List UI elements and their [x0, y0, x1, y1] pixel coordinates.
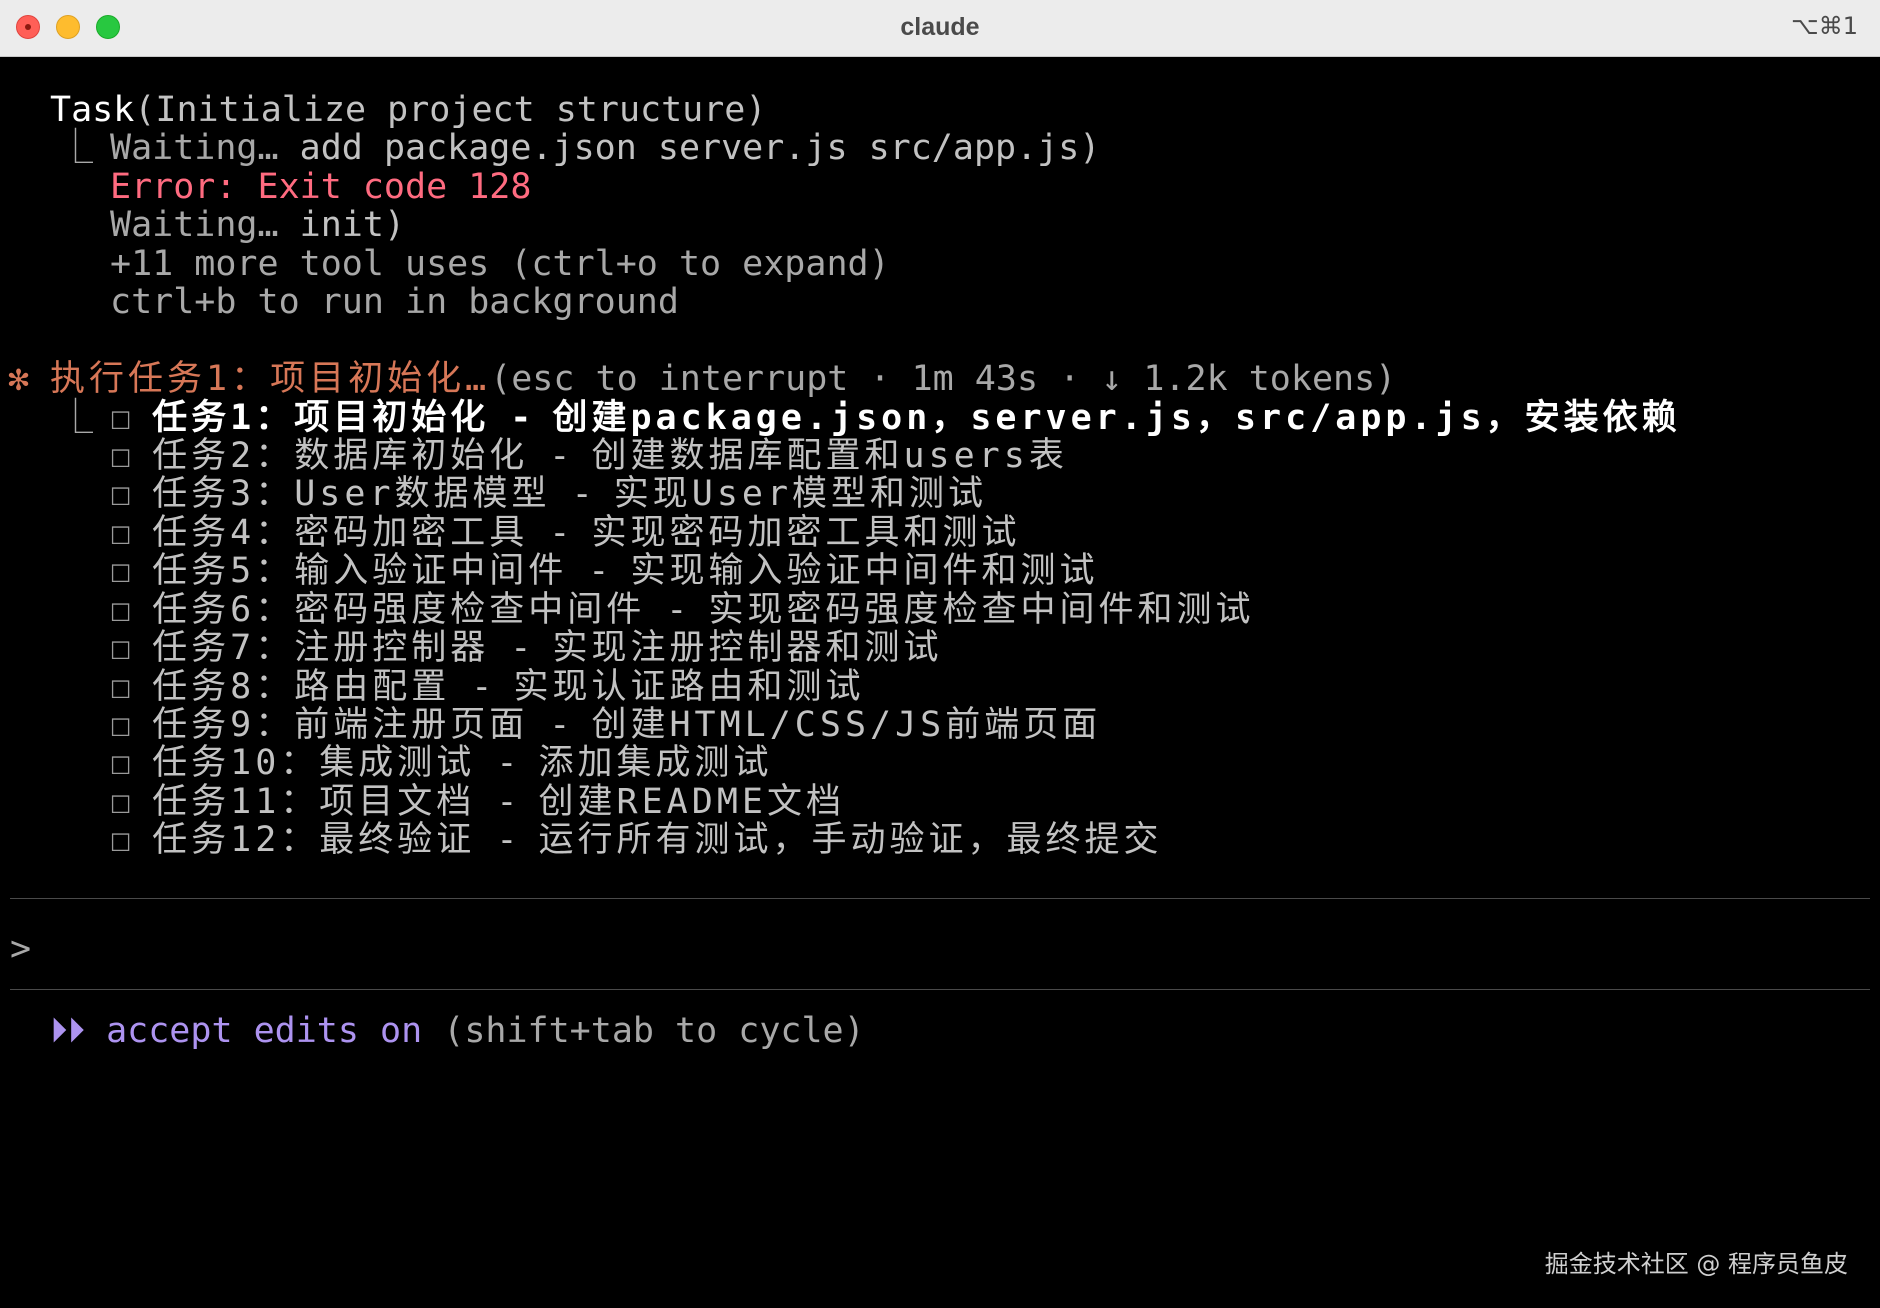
checkbox-icon: ☐ — [110, 398, 132, 438]
task-args: (Initialize project structure) — [134, 90, 767, 130]
fast-forward-icon: ⏵⏵ — [50, 1011, 86, 1051]
todo-description: 创建HTML/CSS/JS前端页面 — [591, 705, 1102, 745]
todo-title: 任务5：输入验证中间件 — [152, 551, 568, 591]
todo-separator: - — [475, 820, 539, 860]
todo-separator: - — [489, 398, 553, 438]
checkbox-icon: ☐ — [110, 820, 132, 860]
todo-title: 任务7：注册控制器 — [152, 628, 490, 668]
terminal-window: claude ⌥⌘1 Task(Initialize project struc… — [0, 0, 1880, 1308]
tree-connector: ⎿ — [58, 128, 94, 168]
todo-description: 实现注册控制器和测试 — [552, 628, 943, 668]
waiting-label: Waiting… — [110, 205, 300, 245]
status-line: ✻ — [8, 356, 29, 402]
checkbox-icon: ☐ — [110, 513, 132, 553]
window-title: claude — [900, 13, 980, 41]
todo-description: 实现User模型和测试 — [613, 474, 988, 514]
todo-separator: - — [645, 590, 709, 630]
todo-title: 任务1：项目初始化 — [152, 398, 490, 438]
task-name: Task — [50, 90, 135, 130]
mode-indicator[interactable]: ⏵⏵ accept edits on (shift+tab to cycle) — [50, 1008, 865, 1054]
todo-title: 任务12：最终验证 — [152, 820, 476, 860]
checkbox-icon: ☐ — [110, 628, 132, 668]
todo-title: 任务6：密码强度检查中间件 — [152, 590, 646, 630]
todo-separator: - — [475, 782, 539, 822]
mode-label: accept edits on — [106, 1011, 423, 1051]
mode-hint: (shift+tab to cycle) — [443, 1011, 865, 1051]
todo-separator: - — [528, 436, 592, 476]
checkbox-icon: ☐ — [110, 551, 132, 591]
list-item: ☐ 任务12：最终验证 - 运行所有测试，手动验证，最终提交 — [110, 817, 1163, 863]
status-hint: (esc to interrupt · 1m 43s · ↓ 1.2k toke… — [490, 359, 1397, 399]
todo-separator: - — [528, 513, 592, 553]
todo-separator: - — [489, 628, 553, 668]
checkbox-icon: ☐ — [110, 782, 132, 822]
prompt-input[interactable]: > — [10, 926, 1860, 972]
todo-separator: - — [528, 705, 592, 745]
watermark: 掘金技术社区 @ 程序员鱼皮 — [1544, 1250, 1848, 1278]
terminal-content: Task(Initialize project structure) ⎿ Wai… — [0, 57, 1880, 1308]
todo-description: 创建数据库配置和users表 — [591, 436, 1068, 476]
task-output-line: ⎿ — [58, 125, 93, 171]
checkbox-icon: ☐ — [110, 667, 132, 707]
todo-description: 实现密码强度检查中间件和测试 — [708, 590, 1255, 630]
todo-description: 实现认证路由和测试 — [513, 667, 865, 707]
todo-description: 创建package.json，server.js，src/app.js，安装依赖 — [552, 398, 1681, 438]
checkbox-icon: ☐ — [110, 705, 132, 745]
todo-description: 实现密码加密工具和测试 — [591, 513, 1021, 553]
input-bottom-divider — [10, 989, 1870, 990]
todo-title: 任务10：集成测试 — [152, 743, 476, 783]
checkbox-icon: ☐ — [110, 590, 132, 630]
todo-separator: - — [550, 474, 614, 514]
todo-title: 任务3：User数据模型 — [152, 474, 551, 514]
input-top-divider — [10, 898, 1870, 899]
tree-connector: ⎿ — [58, 398, 94, 438]
spinner-icon: ✻ — [8, 359, 30, 399]
todo-description: 运行所有测试，手动验证，最终提交 — [538, 820, 1163, 860]
todo-separator: - — [475, 743, 539, 783]
todo-title: 任务2：数据库初始化 — [152, 436, 529, 476]
background-hint: ctrl+b to run in background — [110, 282, 679, 322]
waiting-detail: init) — [299, 205, 406, 245]
waiting-detail: add package.json server.js src/app.js) — [299, 128, 1101, 168]
todo-separator: - — [567, 551, 631, 591]
checkbox-icon: ☐ — [110, 743, 132, 783]
checkbox-icon: ☐ — [110, 474, 132, 514]
todo-description: 实现输入验证中间件和测试 — [630, 551, 1099, 591]
todo-title: 任务11：项目文档 — [152, 782, 476, 822]
waiting-label: Waiting… — [110, 128, 300, 168]
prompt-chevron-icon: > — [10, 929, 32, 969]
todo-title: 任务9：前端注册页面 — [152, 705, 529, 745]
checkbox-icon: ☐ — [110, 436, 132, 476]
title-bar: claude ⌥⌘1 — [0, 0, 1880, 57]
todo-title: 任务4：密码加密工具 — [152, 513, 529, 553]
todo-title: 任务8：路由配置 — [152, 667, 451, 707]
todo-separator: - — [450, 667, 514, 707]
window-shortcut: ⌥⌘1 — [1791, 12, 1858, 40]
status-label: 执行任务1：项目初始化… — [50, 359, 491, 399]
todo-description: 创建README文档 — [538, 782, 845, 822]
todo-description: 添加集成测试 — [538, 743, 773, 783]
